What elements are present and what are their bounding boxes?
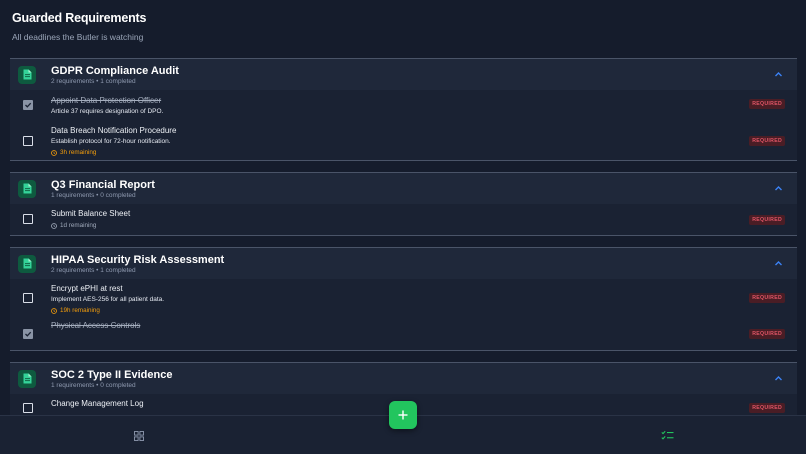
requirement-item: Data Breach Notification Procedure Estab… — [10, 123, 797, 160]
group-header[interactable]: GDPR Compliance Audit 2 requirements • 1… — [10, 59, 797, 90]
deadline-text: 1d remaining — [60, 222, 97, 229]
group-title: GDPR Compliance Audit — [51, 64, 179, 77]
requirement-checkbox[interactable] — [23, 329, 33, 339]
requirement-deadline: 19h remaining — [51, 307, 789, 314]
deadline-text: 19h remaining — [60, 307, 100, 314]
chevron-up-icon[interactable] — [774, 70, 783, 79]
grid-icon[interactable] — [134, 431, 144, 441]
requirement-item: Encrypt ePHI at rest Implement AES-256 f… — [10, 279, 797, 317]
requirement-deadline: 3h remaining — [51, 149, 789, 156]
page-title: Guarded Requirements — [12, 11, 147, 25]
group-title: HIPAA Security Risk Assessment — [51, 253, 225, 266]
requirement-checkbox[interactable] — [23, 100, 33, 110]
requirement-title: Change Management Log — [51, 399, 144, 408]
requirement-description: Article 37 requires designation of DPO. — [51, 108, 164, 115]
required-badge: REQUIRED — [749, 136, 785, 146]
chevron-up-icon[interactable] — [774, 374, 783, 383]
requirement-title: Submit Balance Sheet — [51, 209, 131, 218]
document-icon — [18, 179, 36, 198]
page-header: Guarded Requirements All deadlines the B… — [12, 11, 146, 42]
requirement-title: Data Breach Notification Procedure — [51, 126, 177, 135]
requirement-deadline: 1d remaining — [51, 222, 789, 229]
requirement-item: Physical Access Controls REQUIRED — [10, 317, 797, 350]
plus-icon — [398, 410, 408, 420]
requirement-group: GDPR Compliance Audit 2 requirements • 1… — [10, 58, 797, 161]
group-meta: 1 requirements • 0 completed — [51, 381, 136, 389]
document-icon — [18, 369, 36, 388]
chevron-up-icon[interactable] — [774, 259, 783, 268]
clock-icon — [51, 307, 57, 314]
group-header[interactable]: SOC 2 Type II Evidence 1 requirements • … — [10, 363, 797, 394]
requirement-group: HIPAA Security Risk Assessment 2 require… — [10, 247, 797, 351]
required-badge: REQUIRED — [749, 99, 785, 109]
requirement-checkbox[interactable] — [23, 293, 33, 303]
requirement-checkbox[interactable] — [23, 214, 33, 224]
group-title: SOC 2 Type II Evidence — [51, 368, 173, 381]
required-badge: REQUIRED — [749, 215, 785, 225]
chevron-up-icon[interactable] — [774, 184, 783, 193]
document-icon — [18, 254, 36, 273]
requirement-title: Physical Access Controls — [51, 321, 141, 330]
requirement-title: Appoint Data Protection Officer — [51, 96, 162, 105]
group-header[interactable]: HIPAA Security Risk Assessment 2 require… — [10, 248, 797, 279]
checklist-icon[interactable] — [661, 430, 674, 441]
requirement-description: Implement AES-256 for all patient data. — [51, 296, 165, 303]
clock-icon — [51, 149, 57, 156]
add-requirement-button[interactable] — [389, 401, 417, 429]
group-meta: 2 requirements • 1 completed — [51, 77, 136, 85]
document-icon — [18, 65, 36, 84]
requirement-groups: GDPR Compliance Audit 2 requirements • 1… — [10, 58, 797, 415]
requirement-description: Establish protocol for 72-hour notificat… — [51, 138, 171, 145]
requirement-item: Submit Balance Sheet 1d remaining REQUIR… — [10, 204, 797, 235]
requirement-title: Encrypt ePHI at rest — [51, 284, 123, 293]
deadline-text: 3h remaining — [60, 149, 97, 156]
page-subtitle: All deadlines the Butler is watching — [12, 32, 144, 42]
group-title: Q3 Financial Report — [51, 178, 155, 191]
requirement-checkbox[interactable] — [23, 403, 33, 413]
requirement-checkbox[interactable] — [23, 136, 33, 146]
group-header[interactable]: Q3 Financial Report 1 requirements • 0 c… — [10, 173, 797, 204]
required-badge: REQUIRED — [749, 329, 785, 339]
requirement-group: Q3 Financial Report 1 requirements • 0 c… — [10, 172, 797, 236]
group-meta: 1 requirements • 0 completed — [51, 191, 136, 199]
requirement-item: Appoint Data Protection Officer Article … — [10, 90, 797, 123]
required-badge: REQUIRED — [749, 293, 785, 303]
clock-icon — [51, 222, 57, 229]
group-meta: 2 requirements • 1 completed — [51, 266, 136, 274]
required-badge: REQUIRED — [749, 403, 785, 413]
